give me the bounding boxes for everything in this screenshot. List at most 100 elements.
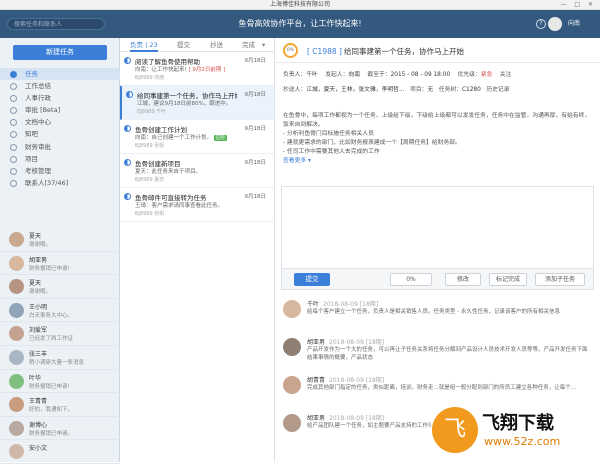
sidebar-nav: 任务 工作总结 人事行政 审批 [Beta] 文档中心 知吧 财务审批 项目 考… <box>0 68 120 189</box>
progress-ring: 0% <box>283 43 298 58</box>
sidebar-item-knowledge[interactable]: 知吧 <box>0 128 120 140</box>
contact-item[interactable]: 王小明 白天事务大中心。 <box>0 299 120 323</box>
task-date: 9月18日 <box>244 92 267 98</box>
task-icon <box>10 71 17 78</box>
follow-button[interactable]: 关注 <box>500 72 512 78</box>
avatar <box>9 397 24 413</box>
chevron-down-icon[interactable]: ▾ <box>262 38 265 52</box>
contact-item[interactable]: 谢博心 财务报销已申请。 <box>0 417 120 441</box>
avatar <box>9 373 24 389</box>
avatar[interactable] <box>283 338 301 356</box>
comment-author-name: 胡亚男 <box>307 339 326 346</box>
avatar[interactable] <box>283 414 301 432</box>
summary-icon <box>10 83 17 91</box>
comment-author: 胡亚男 2018-08-09 [18期] <box>307 337 384 346</box>
submit-button[interactable]: 提交 <box>294 273 330 286</box>
avatar[interactable] <box>283 376 301 394</box>
history-button[interactable]: 历史记录 <box>486 87 509 93</box>
tab-done[interactable]: 完成 <box>242 38 255 52</box>
tab-submitted[interactable]: 提交 <box>177 38 190 52</box>
task-item[interactable]: 鱼骨邮件可直接转为任务 9月18日 王琦：客户需求请同事查看此任务。 BJ8989 张… <box>120 188 274 222</box>
sidebar-item-docs[interactable]: 文档中心 <box>0 116 120 128</box>
contact-item[interactable]: 安小文 <box>0 440 120 464</box>
avatar <box>9 420 24 436</box>
task-status-icon <box>126 91 133 98</box>
sidebar-item-contacts[interactable]: 联系人[37/46] <box>0 177 120 189</box>
contact-item[interactable]: 叶华 财务报销已申请! <box>0 370 120 394</box>
owner-value[interactable]: 千叶 <box>306 72 318 78</box>
new-task-button[interactable]: 新建任务 <box>13 45 107 60</box>
comment-time: 2018-08-09 [18期] <box>329 377 385 384</box>
contact-item[interactable]: 刘爱军 已经发了两工作证 <box>0 322 120 346</box>
contact-name: 夏天 <box>29 233 42 240</box>
project-value[interactable]: 无 <box>427 87 433 93</box>
task-tree-value[interactable]: C1280 <box>462 87 481 93</box>
show-more-link[interactable]: 查看更多 ▾ <box>283 157 593 166</box>
window-controls[interactable]: — □ ✕ <box>560 0 596 10</box>
task-date: 9月18日 <box>244 194 267 200</box>
task-status-icon <box>124 159 131 166</box>
sidebar-item-hr[interactable]: 人事行政 <box>0 92 120 104</box>
contact-item[interactable]: 胡亚男 财务报销已申请! <box>0 252 120 276</box>
tab-responsible[interactable]: 负责 | 23 <box>130 38 158 52</box>
contact-item[interactable]: 张三丰 稍小调研大量一条消息 <box>0 346 120 370</box>
avatar[interactable] <box>283 300 301 318</box>
help-icon[interactable]: ? <box>536 19 546 29</box>
avatar <box>9 444 24 460</box>
avatar <box>9 279 24 295</box>
sidebar-item-approval[interactable]: 审批 [Beta] <box>0 104 120 116</box>
sidebar-item-assessment[interactable]: 考核管理 <box>0 165 120 177</box>
task-summary-text: 向南：让工作快起来! <box>135 67 187 73</box>
task-date: 9月18日 <box>244 58 267 64</box>
tab-cc[interactable]: 抄送 <box>210 38 223 52</box>
watermark-title: 飞翔下载 <box>482 413 554 434</box>
contact-name: 谢博心 <box>29 421 48 429</box>
modify-button[interactable]: 修改 <box>445 273 481 286</box>
sidebar-item-summary[interactable]: 工作总结 <box>0 80 120 92</box>
task-item[interactable]: 鱼骨创建新项目 9月18日 夏天：此任务来自于项目。 BJ8989 夏天 <box>120 154 274 188</box>
contact-name: 夏天 <box>29 280 42 288</box>
comment-author: 胡青青 2018-08-09 [18期] <box>307 375 384 384</box>
sidebar-item-finance[interactable]: 财务审批 <box>0 141 120 153</box>
task-status-icon <box>124 193 131 200</box>
comment-time: 2018-08-09 [18期] <box>323 301 379 308</box>
deadline-value[interactable]: 2015 - 08 - 09 18:00 <box>391 72 451 78</box>
task-description: 在鱼骨中，每项工作都视为一个任务，上级给下级，下级给上级都可以发发任务，任务中在… <box>283 112 593 184</box>
task-tabs: 负责 | 23 提交 抄送 完成 ▾ <box>120 38 274 52</box>
knowledge-icon <box>10 131 17 139</box>
contact-item[interactable]: 王青青 好的，我通知下。 <box>0 393 120 417</box>
add-subtask-button[interactable]: 添加子任务 <box>535 273 585 286</box>
task-item[interactable]: 阅读了解鱼骨使用帮助 9月18日 向南：让工作快起来! [ 9月2日前期 ] BJ89… <box>120 52 274 86</box>
task-item[interactable]: 给同事建第一个任务，协作马上开始 9月18日 江城，建议9月18日前80%，跟进中。… <box>120 86 274 120</box>
progress-select[interactable]: 0% <box>390 273 432 286</box>
contact-name: 胡亚男 <box>29 256 48 264</box>
task-id: BJ8989 张帆 <box>135 211 165 217</box>
watermark-logo: 飞 <box>432 407 478 453</box>
task-summary: 王琦：客户需求请同事查看此任务。 <box>135 201 223 209</box>
contact-name: 王小明 <box>29 303 48 311</box>
task-list: 阅读了解鱼骨使用帮助 9月18日 向南：让工作快起来! [ 9月2日前期 ] BJ89… <box>120 52 274 222</box>
sidebar-item-tasks[interactable]: 任务 <box>0 68 120 81</box>
user-avatar[interactable] <box>548 17 562 31</box>
contact-item[interactable]: 夏天 谢谢哦。 <box>0 228 120 252</box>
creator-value[interactable]: 向南 <box>348 72 360 78</box>
cc-value[interactable]: 江城，夏天，王林，张文雅，李明哲... <box>306 87 404 93</box>
avatar <box>9 255 24 271</box>
approval-icon <box>10 107 17 115</box>
contact-message: 稍小调研大量一条消息 <box>29 359 85 366</box>
sidebar-item-project[interactable]: 项目 <box>0 153 120 165</box>
mark-done-button[interactable]: 标记完成 <box>489 273 527 286</box>
search-input[interactable]: 搜索任务和联系人 <box>7 18 105 30</box>
comment-time: 2018-08-09 [18期] <box>329 339 385 346</box>
meta-row-1: 负责人：千叶 发起人：向南 截至于：2015 - 08 - 09 18:00 优… <box>283 72 512 78</box>
contact-message: 谢谢哦。 <box>29 242 52 248</box>
task-item[interactable]: 鱼骨创建工作计划 9月18日 向南：自己创建一个工作计划。 已完 BJ8989 张帆 <box>120 120 274 154</box>
priority-value[interactable]: 紧急 <box>481 72 493 78</box>
task-summary: 夏天：此任务来自于项目。 <box>135 167 201 175</box>
task-id: BJ8989 向南 <box>135 75 165 81</box>
contact-item[interactable]: 夏天 谢谢哦。 <box>0 275 120 299</box>
contact-message: 财务报销已申请。 <box>29 430 74 437</box>
task-summary-text: 王琦：客户需求请同事查看此任务。 <box>135 203 224 209</box>
user-name[interactable]: 向南 <box>568 10 580 38</box>
watermark: 飞 飞翔下载 www.52z.com <box>430 405 595 457</box>
